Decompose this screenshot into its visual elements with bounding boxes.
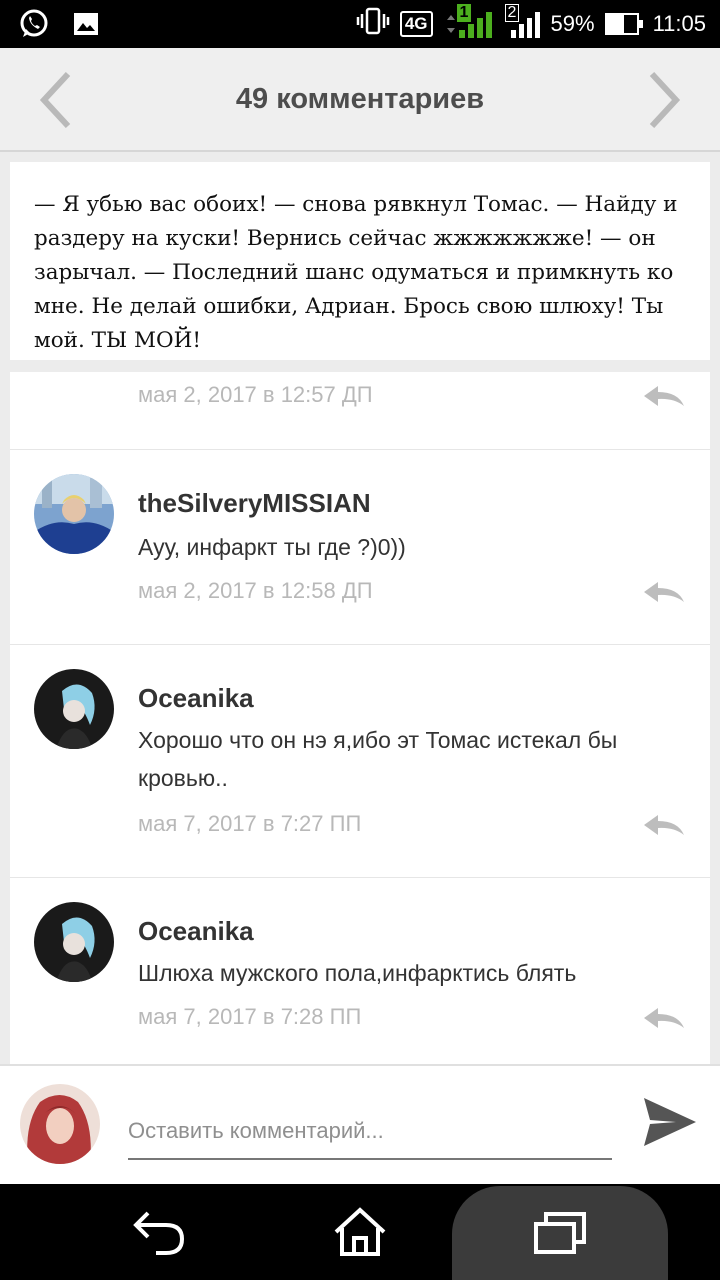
- comment-date: мая 2, 2017 в 12:57 ДП: [138, 382, 373, 407]
- page-title: 49 комментариев: [235, 83, 485, 115]
- system-nav-bar: [0, 1184, 720, 1280]
- whatsapp-icon: [18, 8, 50, 40]
- chevron-right-icon[interactable]: [644, 70, 684, 130]
- comment-date: мая 7, 2017 в 7:27 ПП: [138, 811, 362, 836]
- recent-apps-icon[interactable]: [452, 1186, 668, 1280]
- comments-header: 49 комментариев: [0, 48, 720, 152]
- chevron-left-icon[interactable]: [36, 70, 76, 130]
- signal2-icon: 2: [504, 4, 541, 40]
- signal-icon: 1: [443, 4, 495, 40]
- comment-item: theSilveryMISSIAN Ауу, инфаркт ты где ?)…: [10, 450, 710, 645]
- comment-list: мая 2, 2017 в 12:57 ДП theSilveryMISSIAN…: [10, 372, 710, 1064]
- comment-date: мая 2, 2017 в 12:58 ДП: [138, 578, 373, 603]
- comment-text: Хорошо что он нэ я,ибо эт Томас истекал …: [138, 727, 618, 791]
- avatar[interactable]: [34, 669, 114, 749]
- comment-author[interactable]: Oceanika: [138, 683, 254, 714]
- avatar[interactable]: [34, 902, 114, 982]
- comment-author[interactable]: Oceanika: [138, 916, 254, 947]
- status-bar: 4G 1 2 59% 11:05: [0, 0, 720, 48]
- comment-date: мая 7, 2017 в 7:28 ПП: [138, 1004, 362, 1029]
- comment-input[interactable]: [128, 1104, 612, 1160]
- home-icon[interactable]: [300, 1184, 420, 1280]
- battery-percent: 59%: [550, 11, 595, 36]
- gallery-icon: [70, 8, 102, 40]
- reply-icon[interactable]: [642, 580, 686, 606]
- comment-item: Oceanika Хорошо что он нэ я,ибо эт Томас…: [10, 645, 710, 878]
- comment-text: Шлюха мужского пола,инфарктись блять: [138, 960, 577, 986]
- comment-item: Oceanika Шлюха мужского пола,инфарктись …: [10, 878, 710, 1064]
- comment-text: Ауу, инфаркт ты где ?)0)): [138, 534, 406, 560]
- reply-icon[interactable]: [642, 813, 686, 839]
- reply-icon[interactable]: [642, 384, 686, 410]
- network-type: 4G: [399, 11, 433, 37]
- back-icon[interactable]: [100, 1184, 220, 1280]
- send-icon[interactable]: [640, 1094, 698, 1150]
- user-avatar: [20, 1084, 100, 1164]
- story-excerpt: — Я убью вас обоих! — снова рявкнул Тома…: [10, 162, 710, 360]
- reply-icon[interactable]: [642, 1006, 686, 1032]
- battery-icon: [604, 13, 643, 35]
- comment-item: мая 2, 2017 в 12:57 ДП: [10, 372, 710, 450]
- avatar[interactable]: [34, 474, 114, 554]
- clock: 11:05: [652, 11, 706, 36]
- comment-composer: [0, 1064, 720, 1184]
- comment-author[interactable]: theSilveryMISSIAN: [138, 488, 371, 519]
- vibrate-icon: [356, 7, 390, 41]
